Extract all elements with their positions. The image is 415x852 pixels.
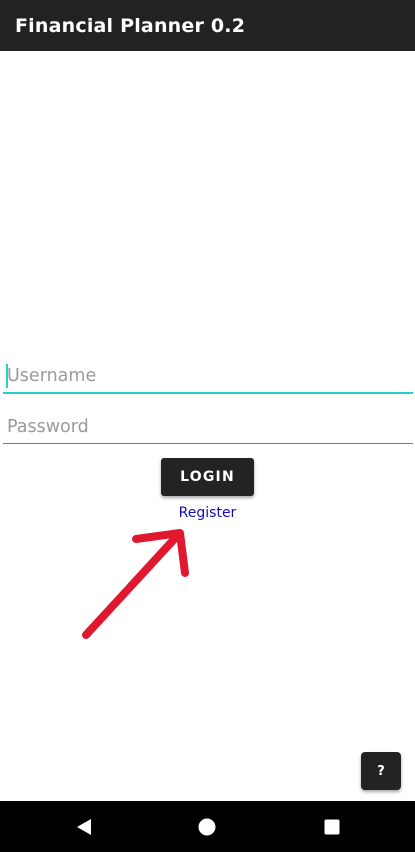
home-button[interactable] [187, 801, 227, 852]
password-placeholder: Password [7, 417, 89, 437]
back-triangle-icon [77, 818, 91, 835]
home-circle-icon [198, 818, 216, 835]
annotation-arrow-icon [82, 529, 189, 639]
recents-button[interactable] [312, 801, 352, 852]
back-button[interactable] [64, 801, 104, 852]
app-bar: Financial Planner 0.2 [0, 0, 415, 51]
login-button[interactable]: LOGIN [161, 458, 254, 496]
password-input[interactable]: Password [3, 411, 413, 444]
username-input[interactable]: Username [3, 360, 413, 394]
username-placeholder: Username [7, 366, 97, 386]
system-nav-bar [0, 801, 415, 852]
app-title: Financial Planner 0.2 [15, 14, 246, 37]
help-button[interactable]: ? [361, 752, 401, 790]
recents-square-icon [324, 819, 340, 834]
